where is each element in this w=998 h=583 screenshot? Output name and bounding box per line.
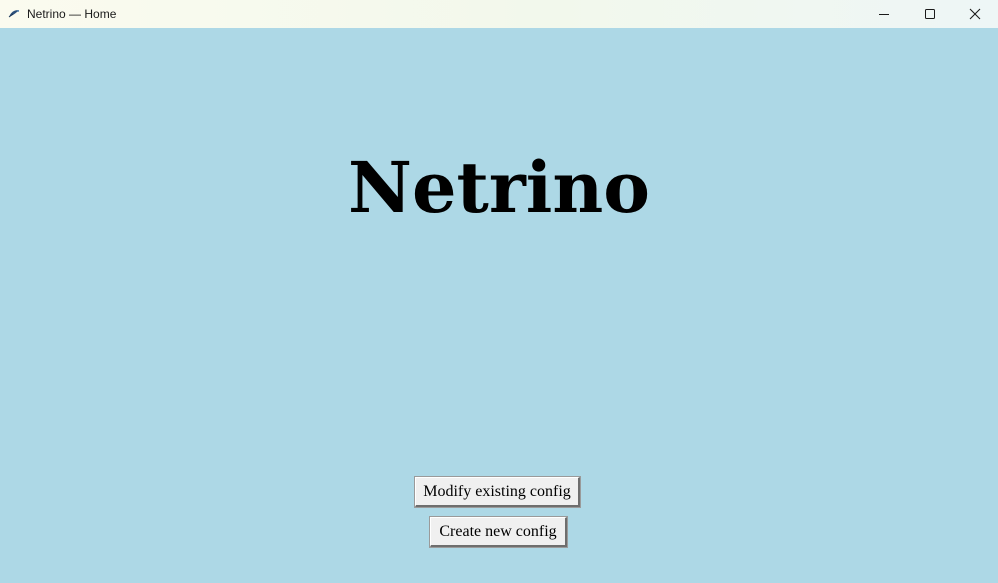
minimize-icon [879, 14, 889, 15]
maximize-button[interactable] [907, 0, 953, 28]
title-bar[interactable]: Netrino — Home [0, 0, 998, 28]
create-new-config-button[interactable]: Create new config [430, 517, 567, 547]
close-icon [969, 8, 981, 20]
maximize-icon [925, 9, 935, 19]
modify-existing-config-button[interactable]: Modify existing config [415, 477, 580, 507]
close-button[interactable] [952, 0, 998, 28]
feather-icon [7, 7, 21, 21]
app-window: Netrino — Home Netrino Modify existing c… [0, 0, 998, 583]
window-title: Netrino — Home [27, 7, 117, 21]
app-heading: Netrino [348, 146, 650, 229]
minimize-button[interactable] [861, 0, 907, 28]
